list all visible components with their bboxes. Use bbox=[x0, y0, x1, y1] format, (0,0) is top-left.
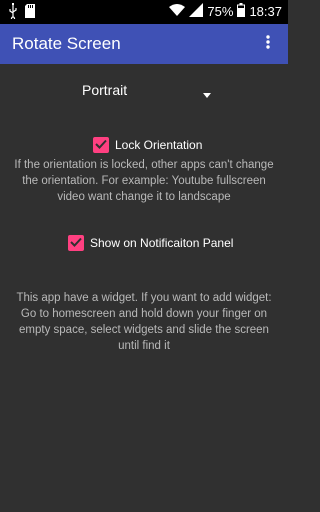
lock-orientation-label: Lock Orientation bbox=[115, 138, 203, 152]
lock-orientation-description: If the orientation is locked, other apps… bbox=[14, 159, 274, 203]
checkmark-icon bbox=[95, 136, 107, 154]
status-bar: 75% 18:37 bbox=[0, 0, 288, 24]
lock-orientation-checkbox[interactable] bbox=[93, 137, 109, 153]
wifi-icon bbox=[169, 3, 186, 20]
orientation-spinner[interactable]: Portrait bbox=[70, 80, 220, 104]
lock-orientation-row[interactable]: Lock Orientation bbox=[93, 137, 202, 153]
checkmark-icon bbox=[70, 234, 82, 252]
signal-icon bbox=[189, 3, 204, 20]
notification-panel-label: Show on Notificaiton Panel bbox=[90, 236, 234, 250]
orientation-selected: Portrait bbox=[82, 82, 128, 98]
app-bar: Rotate Screen bbox=[0, 24, 288, 64]
clock: 18:37 bbox=[249, 4, 282, 19]
usb-icon bbox=[8, 3, 18, 24]
battery-icon bbox=[237, 3, 246, 20]
widget-info-text: This app have a widget. If you want to a… bbox=[16, 292, 272, 352]
sd-card-icon bbox=[24, 3, 36, 24]
notification-panel-checkbox[interactable] bbox=[68, 235, 84, 251]
overflow-menu-button[interactable] bbox=[256, 32, 280, 56]
battery-percent: 75% bbox=[207, 4, 234, 19]
notification-panel-row[interactable]: Show on Notificaiton Panel bbox=[68, 235, 233, 251]
app-title: Rotate Screen bbox=[12, 34, 121, 53]
dropdown-arrow-icon bbox=[202, 86, 212, 104]
more-vert-icon bbox=[266, 34, 270, 54]
